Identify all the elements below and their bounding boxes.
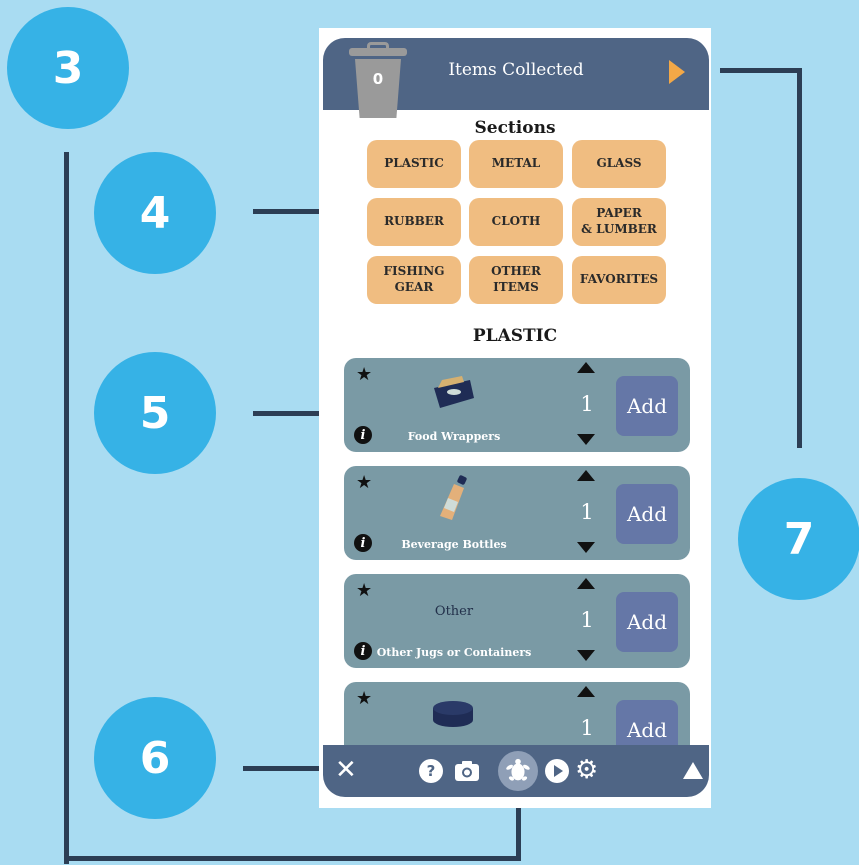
connector-7-vertical bbox=[797, 68, 802, 448]
items-collected-title: Items Collected bbox=[448, 60, 584, 80]
favorite-star-icon[interactable]: ★ bbox=[356, 472, 372, 493]
section-button-fishing-gear[interactable]: FISHING GEAR bbox=[367, 256, 461, 304]
section-button-cloth[interactable]: CLOTH bbox=[469, 198, 563, 246]
close-icon[interactable]: ✕ bbox=[335, 755, 357, 785]
info-icon[interactable]: i bbox=[354, 534, 372, 552]
section-button-metal[interactable]: METAL bbox=[469, 140, 563, 188]
top-bar: 0 Items Collected bbox=[323, 38, 709, 118]
camera-icon[interactable] bbox=[453, 760, 481, 782]
connector-6 bbox=[243, 766, 331, 771]
info-icon[interactable]: i bbox=[354, 642, 372, 660]
quantity-down-arrow[interactable] bbox=[577, 542, 595, 553]
item-card: ★ Beverage Bottles i 1 Add bbox=[344, 466, 690, 560]
connector-3-bottom bbox=[64, 856, 521, 861]
bottom-toolbar: ✕ ? ⚙ bbox=[323, 745, 709, 797]
category-heading: PLASTIC bbox=[472, 326, 558, 346]
connector-3-vertical bbox=[64, 152, 69, 864]
quantity-down-arrow[interactable] bbox=[577, 650, 595, 661]
food-wrapper-icon bbox=[434, 376, 474, 408]
section-button-paper-lumber[interactable]: PAPER & LUMBER bbox=[572, 198, 666, 246]
trash-can-icon[interactable]: 0 bbox=[349, 42, 407, 118]
quantity-up-arrow[interactable] bbox=[577, 578, 595, 589]
info-icon[interactable]: i bbox=[354, 426, 372, 444]
item-card: ★ Other Other Jugs or Containers i 1 Add bbox=[344, 574, 690, 668]
item-label: Food Wrappers bbox=[407, 430, 501, 443]
callout-4: 4 bbox=[94, 152, 216, 274]
sections-title: Sections bbox=[474, 118, 556, 138]
item-label: Other Jugs or Containers bbox=[376, 646, 532, 659]
quantity-value: 1 bbox=[580, 608, 594, 632]
item-label: Beverage Bottles bbox=[401, 538, 507, 551]
add-button[interactable]: Add bbox=[616, 592, 678, 652]
quantity-value: 1 bbox=[580, 500, 594, 524]
callout-6: 6 bbox=[94, 697, 216, 819]
section-button-plastic[interactable]: PLASTIC bbox=[367, 140, 461, 188]
help-icon[interactable]: ? bbox=[419, 759, 443, 783]
callout-7: 7 bbox=[738, 478, 859, 600]
play-icon[interactable] bbox=[545, 759, 569, 783]
bottle-icon bbox=[440, 475, 467, 520]
quantity-value: 1 bbox=[580, 392, 594, 416]
app-screen: 0 Items Collected Sections PLASTIC METAL… bbox=[319, 28, 711, 808]
connector-3-up bbox=[516, 808, 521, 861]
play-arrow-icon[interactable] bbox=[669, 60, 685, 84]
settings-gear-icon[interactable]: ⚙ bbox=[575, 755, 598, 785]
turtle-home-icon[interactable] bbox=[498, 751, 538, 791]
favorite-star-icon[interactable]: ★ bbox=[356, 580, 372, 601]
quantity-up-arrow[interactable] bbox=[577, 362, 595, 373]
quantity-down-arrow[interactable] bbox=[577, 434, 595, 445]
section-button-favorites[interactable]: FAVORITES bbox=[572, 256, 666, 304]
favorite-star-icon[interactable]: ★ bbox=[356, 688, 372, 709]
section-button-rubber[interactable]: RUBBER bbox=[367, 198, 461, 246]
quantity-up-arrow[interactable] bbox=[577, 686, 595, 697]
callout-5: 5 bbox=[94, 352, 216, 474]
expand-up-arrow-icon[interactable] bbox=[683, 762, 703, 779]
other-placeholder-text: Other bbox=[434, 604, 474, 619]
quantity-value: 1 bbox=[580, 716, 594, 740]
section-button-glass[interactable]: GLASS bbox=[572, 140, 666, 188]
item-card: ★ Food Wrappers i 1 Add bbox=[344, 358, 690, 452]
add-button[interactable]: Add bbox=[616, 376, 678, 436]
quantity-up-arrow[interactable] bbox=[577, 470, 595, 481]
section-button-other-items[interactable]: OTHER ITEMS bbox=[469, 256, 563, 304]
add-button[interactable]: Add bbox=[616, 484, 678, 544]
connector-7-horizontal bbox=[720, 68, 802, 73]
callout-3: 3 bbox=[7, 7, 129, 129]
favorite-star-icon[interactable]: ★ bbox=[356, 364, 372, 385]
trash-lid bbox=[349, 48, 407, 56]
bottle-cap-icon bbox=[433, 701, 473, 727]
